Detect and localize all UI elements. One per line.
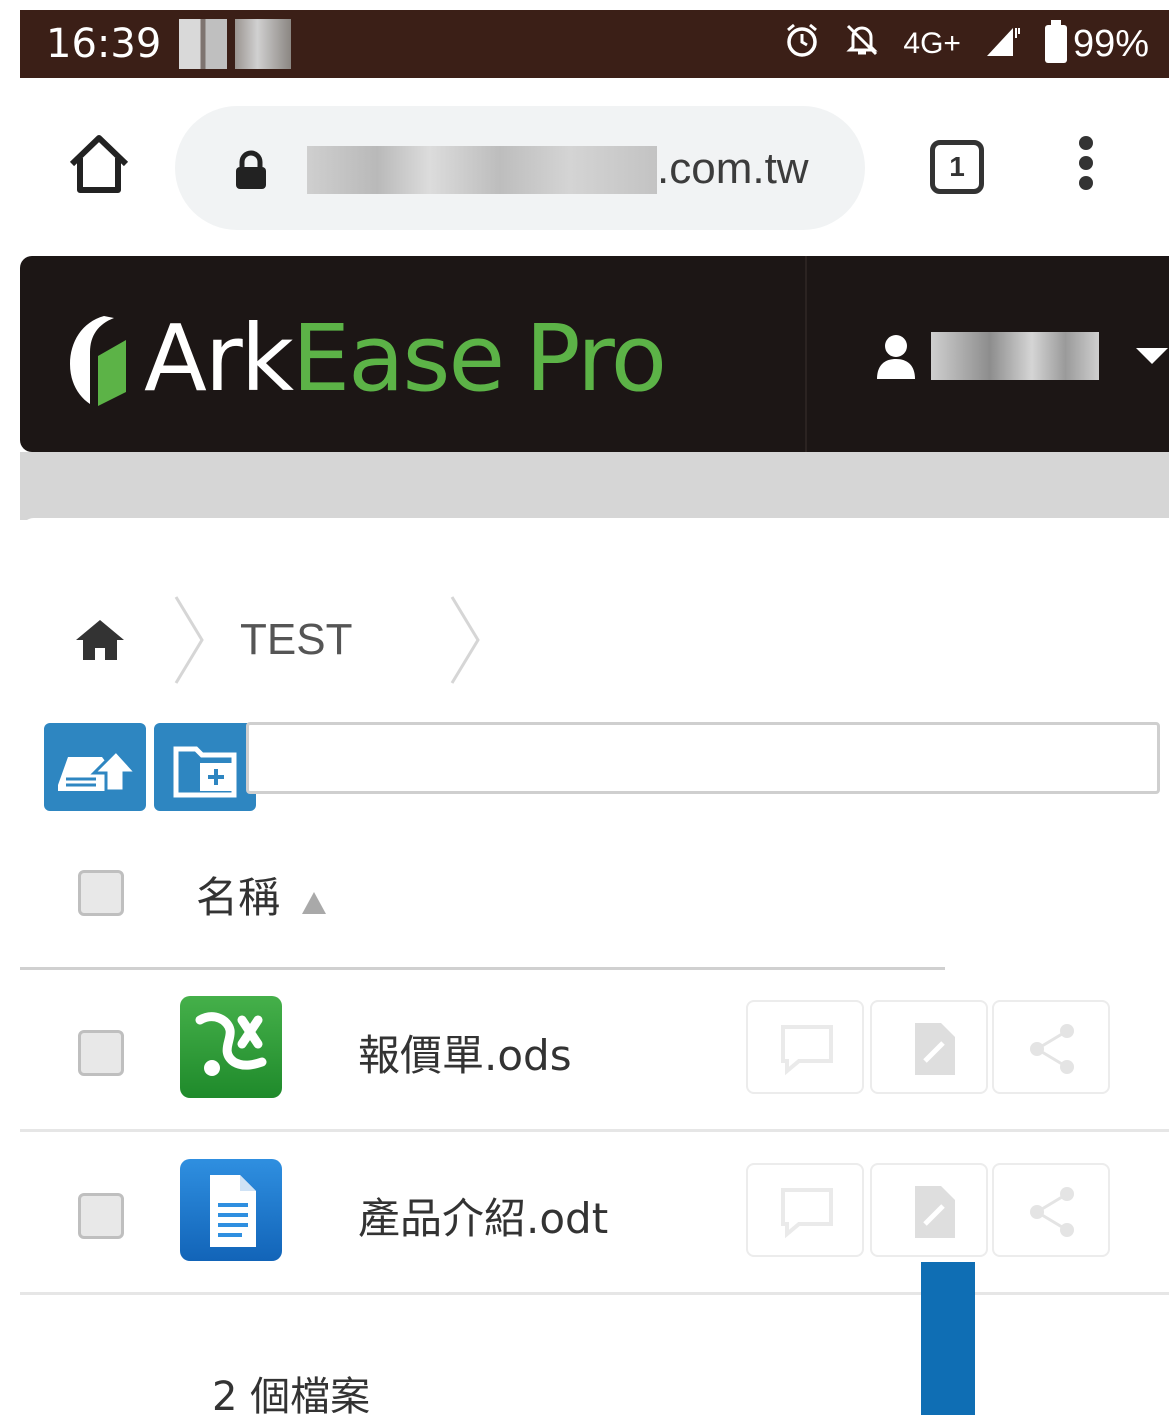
chevron-down-icon[interactable]	[1136, 348, 1168, 364]
address-bar[interactable]: .com.tw	[175, 106, 865, 230]
network-label: 4G+	[903, 27, 961, 60]
user-icon	[877, 335, 915, 379]
comment-button[interactable]	[746, 1163, 864, 1257]
file-name[interactable]: 報價單.ods	[358, 1022, 572, 1083]
url-text: .com.tw	[657, 144, 809, 193]
comment-icon	[781, 1188, 833, 1239]
select-all-checkbox[interactable]	[78, 870, 124, 916]
comment-button[interactable]	[746, 1000, 864, 1094]
search-input[interactable]	[246, 722, 1160, 794]
share-button[interactable]	[992, 1000, 1110, 1094]
url-blurred-domain	[307, 146, 657, 194]
username-blurred	[931, 332, 1099, 380]
edit-icon	[915, 1186, 955, 1238]
breadcrumb-separator-icon	[174, 596, 204, 684]
arkease-logo[interactable]: Ark Ease Pro	[64, 305, 667, 412]
upload-button[interactable]	[44, 723, 146, 811]
row-checkbox[interactable]	[78, 1193, 124, 1239]
home-button[interactable]	[64, 130, 134, 200]
logo-text-ease: Ease	[292, 304, 505, 412]
share-button[interactable]	[992, 1163, 1110, 1257]
comment-icon	[781, 1025, 833, 1076]
new-folder-button[interactable]	[154, 723, 256, 811]
breadcrumb-item-test[interactable]: TEST	[240, 615, 352, 665]
notification-icon-blurred	[179, 19, 228, 69]
battery-icon	[1044, 20, 1067, 63]
logo-text-ark: Ark	[144, 304, 294, 412]
column-header-name[interactable]: 名稱	[196, 864, 280, 925]
edit-icon	[915, 1023, 955, 1075]
alarm-icon	[783, 21, 821, 67]
menu-dot	[1079, 156, 1093, 170]
spreadsheet-file-icon	[180, 996, 282, 1098]
user-menu[interactable]	[875, 326, 1099, 386]
battery-level: 99%	[1072, 22, 1149, 65]
share-icon	[1030, 1024, 1074, 1074]
edit-button[interactable]	[870, 1163, 988, 1257]
pointer-marker	[921, 1262, 975, 1415]
table-header: 名稱	[20, 840, 945, 970]
document-file-icon	[180, 1159, 282, 1261]
edit-button[interactable]	[870, 1000, 988, 1094]
table-row[interactable]: 產品介紹.odt	[20, 1133, 1169, 1295]
header-divider	[805, 256, 807, 452]
row-checkbox[interactable]	[78, 1030, 124, 1076]
menu-dot	[1079, 136, 1093, 150]
app-header: Ark Ease Pro	[20, 256, 1169, 452]
file-name[interactable]: 產品介紹.odt	[358, 1185, 608, 1246]
breadcrumb-home-icon[interactable]	[74, 618, 126, 662]
tab-switcher-button[interactable]: 1	[930, 140, 984, 194]
browser-menu-button[interactable]	[1076, 136, 1096, 200]
logo-mark-icon	[70, 316, 126, 406]
signal-icon	[983, 22, 1023, 66]
browser-toolbar: .com.tw 1	[20, 78, 1169, 258]
file-count: 2 個檔案	[212, 1374, 371, 1415]
breadcrumb: TEST	[74, 596, 482, 684]
mute-icon	[843, 21, 881, 67]
home-icon	[69, 135, 129, 193]
status-bar: 16:39 4G+ 99%	[20, 10, 1169, 78]
header-spacer	[20, 452, 1169, 520]
page: 16:39 4G+ 99% .com.tw 1 Ark Ease Pro TES…	[0, 0, 1169, 1415]
lock-icon	[233, 150, 269, 190]
status-icons: 4G+ 99%	[783, 10, 1149, 78]
status-time: 16:39	[46, 21, 162, 67]
new-folder-icon	[173, 746, 237, 798]
sort-ascending-icon[interactable]	[302, 892, 326, 914]
battery: 99%	[1044, 20, 1149, 66]
logo-text-pro: Pro	[525, 304, 667, 412]
menu-dot	[1079, 176, 1093, 190]
share-icon	[1030, 1187, 1074, 1237]
table-row[interactable]: 報價單.ods	[20, 970, 1169, 1132]
upload-icon	[58, 748, 140, 793]
breadcrumb-separator-icon	[451, 596, 481, 684]
notification-icon-blurred	[235, 19, 292, 69]
